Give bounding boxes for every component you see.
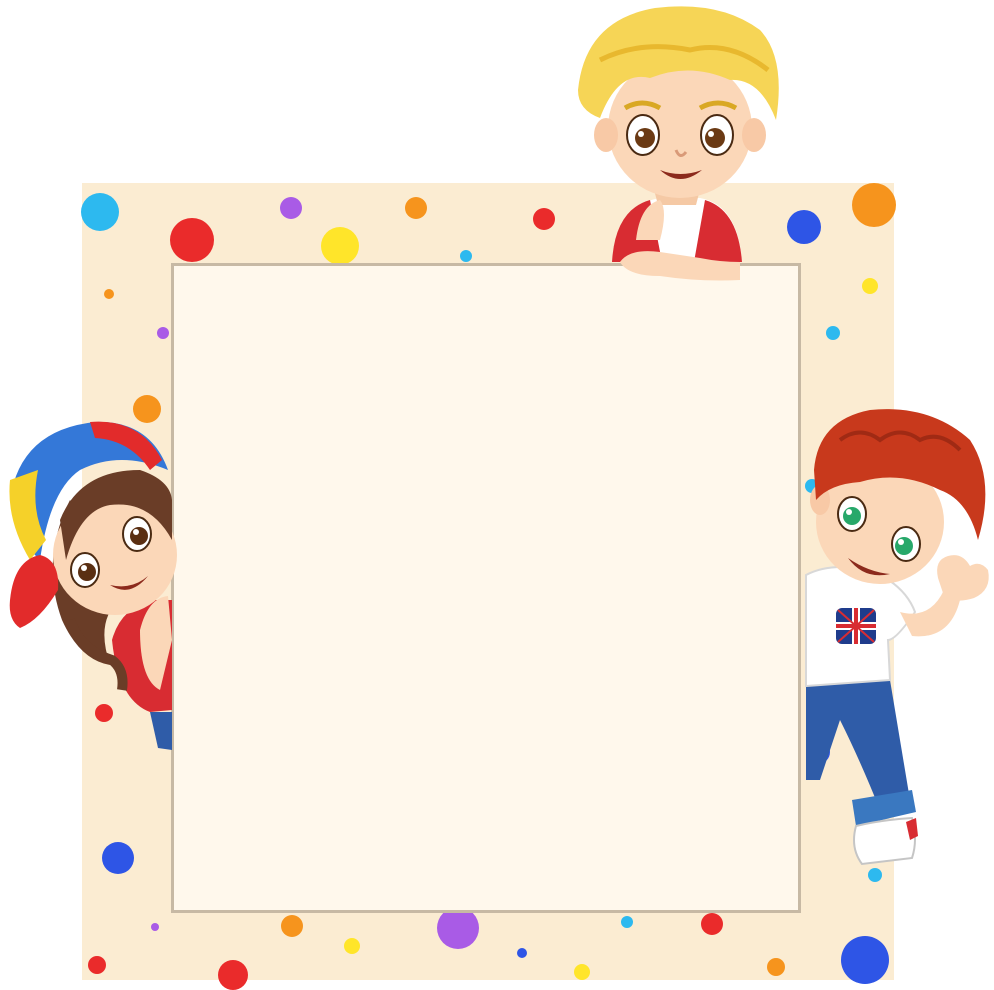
boy-jeans — [806, 680, 910, 810]
kids-frame-illustration — [0, 0, 994, 990]
redhead-boy-illustration — [805, 409, 989, 866]
redhead-boy-body — [805, 409, 989, 866]
waving-hand — [937, 555, 989, 601]
sneaker — [853, 816, 916, 866]
